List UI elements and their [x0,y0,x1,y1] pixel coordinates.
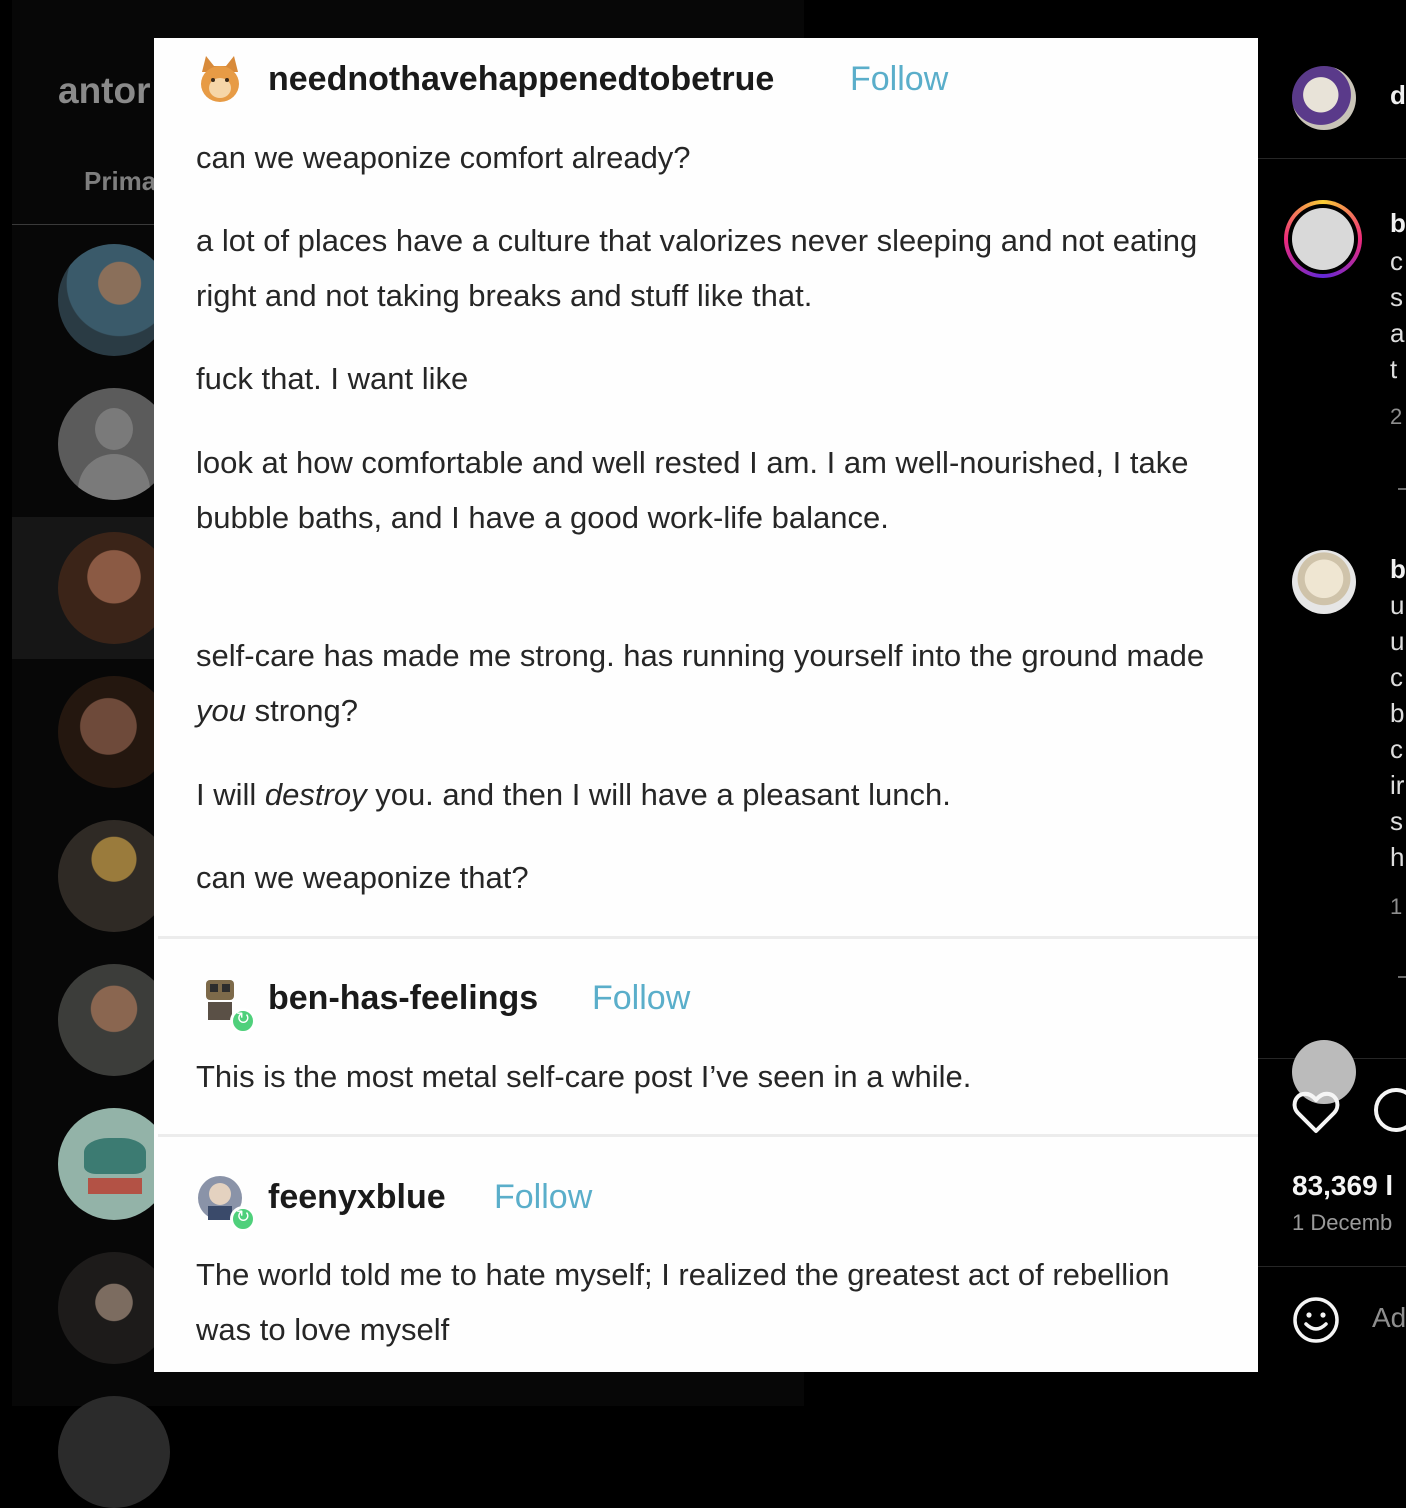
reblog-icon [230,1008,256,1034]
commenter-username[interactable]: b [1390,554,1406,585]
blog-name[interactable]: feenyxblue [268,1178,446,1217]
reblog-divider [158,1134,1258,1137]
commenter-username[interactable]: b [1390,208,1406,239]
follow-button[interactable]: Follow [592,979,690,1018]
post-paragraph: a lot of places have a culture that valo… [196,223,1198,313]
post-paragraph: can we weaponize that? [196,860,529,895]
comment-line: ir [1390,770,1405,800]
comment-line: s [1390,282,1403,312]
conversation-avatar[interactable] [58,1396,170,1508]
heart-icon[interactable] [1292,1090,1340,1134]
post-paragraph: fuck that. I want like [196,361,469,396]
divider [1258,158,1406,159]
comment-line: t [1390,354,1398,384]
follow-button[interactable]: Follow [494,1178,592,1217]
comment-line: b [1390,698,1405,728]
comment-line: a [1390,318,1405,348]
comment-line: c [1390,246,1403,276]
post-date: 1 Decemb [1292,1210,1393,1235]
blog-name[interactable]: neednothavehappenedtobetrue [268,60,774,99]
post-paragraph: I will destroy you. and then I will have… [196,777,951,812]
post-detail-panel: d b c s a t 2 b u u c b c ir s h 1 83,36… [1258,0,1406,1406]
commenter-avatar[interactable] [1292,550,1356,614]
reblog-divider [158,936,1258,939]
reblog-icon [230,1206,256,1232]
cat-avatar-icon[interactable] [196,54,244,106]
comment-meta: 2 [1390,404,1403,429]
view-replies-line[interactable] [1398,488,1406,490]
account-name[interactable]: antor [58,70,151,112]
comment-line: c [1390,734,1403,764]
comment-line: h [1390,842,1405,872]
post-author-username[interactable]: d [1390,80,1406,111]
comment-line: s [1390,806,1403,836]
comment-line: u [1390,626,1405,656]
commenter-avatar-story-ring[interactable] [1284,200,1362,278]
follow-button[interactable]: Follow [850,60,948,99]
comment-icon[interactable] [1374,1088,1406,1132]
post-author-avatar[interactable] [1292,66,1356,130]
post-paragraph: can we weaponize comfort already? [196,140,691,175]
post-paragraph: look at how comfortable and well rested … [196,445,1189,535]
comment-line: c [1390,662,1403,692]
comment-line: u [1390,590,1405,620]
reblog-text: The world told me to hate myself; I real… [196,1257,1170,1347]
reblog-text: This is the most metal self-care post I’… [196,1059,972,1094]
likes-count[interactable]: 83,369 l [1292,1170,1393,1202]
add-comment-input[interactable]: Ad [1372,1302,1406,1334]
blog-name[interactable]: ben-has-feelings [268,979,538,1018]
post-paragraph: self-care has made me strong. has runnin… [196,638,1205,728]
tab-primary[interactable]: Prima [84,166,156,197]
emoji-icon[interactable] [1292,1296,1340,1344]
comment-meta: 1 [1390,894,1403,919]
view-replies-line[interactable] [1398,976,1406,978]
divider [1258,1266,1406,1267]
post-image: neednothavehappenedtobetrue Follow can w… [154,38,1258,1372]
